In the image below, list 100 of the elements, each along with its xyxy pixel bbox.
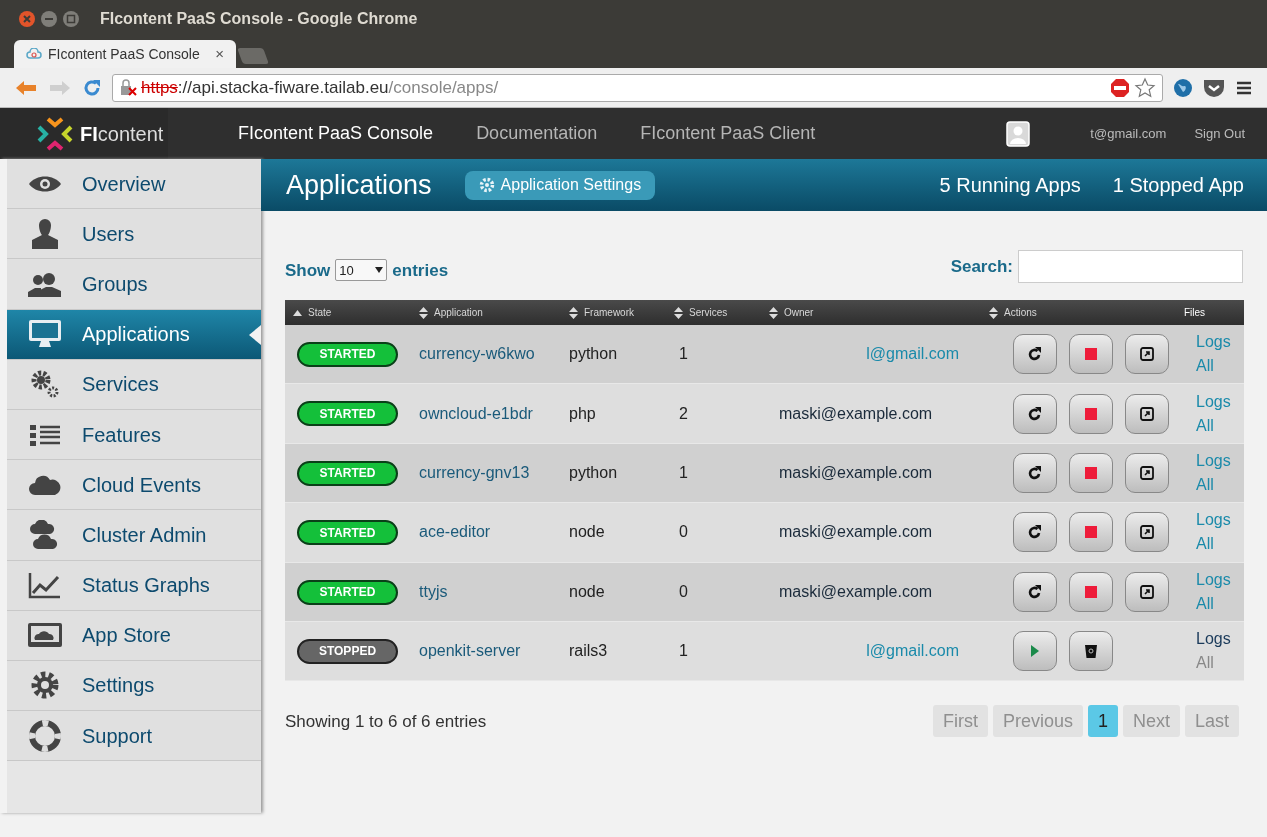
url-host: ://api.stacka-fiware.tailab.eu	[177, 76, 389, 99]
stop-icon	[1085, 348, 1097, 361]
open-button[interactable]	[1125, 452, 1169, 493]
pocket-icon[interactable]	[1203, 77, 1225, 98]
column-header[interactable]: Services	[674, 305, 728, 320]
nav-link[interactable]: Documentation	[476, 120, 598, 147]
sort-icon	[769, 306, 778, 319]
trash-icon	[1085, 644, 1097, 658]
sidebar-item[interactable]: Users	[7, 209, 261, 260]
sidebar-item[interactable]: Groups	[7, 259, 261, 310]
gears-icon	[29, 369, 60, 400]
play-icon	[1031, 645, 1039, 658]
table-cell-text: 1	[678, 463, 688, 481]
column-header[interactable]: Actions	[989, 305, 1037, 320]
adblock-icon[interactable]	[1110, 77, 1130, 98]
search-label: Search:	[950, 255, 1013, 278]
stop-button[interactable]	[1069, 512, 1113, 553]
stop-button[interactable]	[1069, 452, 1113, 493]
application-link[interactable]: ace-editor	[419, 523, 491, 541]
user-email[interactable]: t@gmail.com	[1090, 123, 1167, 144]
image-icon	[26, 622, 63, 649]
application-link[interactable]: currency-w6kwo	[419, 345, 535, 363]
restart-button[interactable]	[1013, 334, 1057, 375]
url-scheme: https	[141, 76, 178, 99]
sidebar-item[interactable]: App Store	[7, 610, 261, 661]
sidebar-item[interactable]: Applications	[7, 309, 261, 360]
logo-icon	[36, 116, 74, 151]
open-button[interactable]	[1125, 334, 1169, 375]
sidebar-item[interactable]: Features	[7, 409, 261, 461]
sign-out-link[interactable]: Sign Out	[1194, 123, 1245, 144]
application-link[interactable]: openkit-server	[419, 642, 521, 660]
application-link[interactable]: owncloud-e1bdr	[419, 404, 533, 422]
stop-button[interactable]	[1069, 334, 1113, 375]
delete-button[interactable]	[1069, 631, 1113, 672]
cloud-icon	[27, 473, 62, 496]
globe-icon[interactable]	[1173, 77, 1193, 98]
column-header[interactable]: Application	[419, 305, 483, 320]
menu-icon[interactable]	[1235, 79, 1253, 96]
status-badge: STARTED	[297, 341, 398, 367]
restart-button[interactable]	[1013, 452, 1057, 493]
maximize-window-icon[interactable]	[62, 10, 80, 28]
table-cell: python	[569, 345, 618, 363]
open-button[interactable]	[1125, 393, 1169, 434]
stop-icon	[1085, 466, 1097, 479]
page-title: Applications	[286, 168, 432, 202]
back-icon[interactable]	[14, 78, 38, 97]
avatar-icon[interactable]	[1006, 120, 1031, 147]
lifebuoy-icon	[28, 719, 61, 752]
sidebar-item[interactable]: Services	[7, 359, 261, 410]
tab-close-button[interactable]: ×	[215, 42, 224, 66]
tab-title: FIcontent PaaS Console	[48, 44, 201, 64]
restart-icon	[1028, 584, 1042, 599]
sidebar-item[interactable]: Cloud Events	[7, 460, 261, 511]
running-count: 5 Running Apps	[939, 173, 1081, 198]
restart-icon	[1028, 406, 1042, 421]
sidebar-item[interactable]: Status Graphs	[7, 560, 261, 611]
stop-button[interactable]	[1069, 571, 1113, 612]
show-label: Show	[285, 259, 331, 282]
dropdown-arrow-icon	[375, 267, 384, 274]
application-link[interactable]: currency-gnv13	[419, 463, 530, 481]
minimize-window-icon[interactable]	[40, 10, 58, 28]
file-link[interactable]: Logs	[1196, 627, 1244, 652]
column-header[interactable]: Framework	[569, 305, 634, 320]
browser-tab[interactable]: FIcontent PaaS Console ×	[14, 40, 236, 68]
restart-button[interactable]	[1013, 571, 1057, 612]
restart-icon	[1028, 347, 1042, 362]
table-cell: rails3	[569, 642, 608, 660]
reload-icon[interactable]	[82, 77, 102, 98]
start-button[interactable]	[1013, 631, 1057, 672]
status-badge: STARTED	[297, 579, 398, 605]
table-cell: node	[569, 523, 605, 541]
open-button[interactable]	[1125, 571, 1169, 612]
broken-lock-icon	[119, 78, 139, 97]
external-link-icon	[1140, 584, 1154, 599]
stop-button[interactable]	[1069, 393, 1113, 434]
open-button[interactable]	[1125, 512, 1169, 553]
sidebar-item[interactable]: Overview	[7, 159, 261, 210]
column-header[interactable]: State	[293, 305, 332, 320]
sort-icon	[569, 306, 578, 319]
restart-button[interactable]	[1013, 393, 1057, 434]
address-bar[interactable]: https://api.stacka-fiware.tailab.eu/console/apps/	[112, 73, 1163, 102]
column-header[interactable]: Files	[1184, 305, 1206, 320]
sidebar-item[interactable]: Cluster Admin	[7, 510, 261, 561]
pagination-button[interactable]: 1	[1087, 705, 1118, 738]
nav-link[interactable]: FIcontent PaaS Console	[238, 120, 434, 147]
restart-icon	[1028, 465, 1042, 480]
column-header[interactable]: Owner	[769, 305, 814, 320]
application-link[interactable]: ttyjs	[419, 582, 448, 600]
sidebar-item[interactable]: Settings	[7, 660, 261, 712]
sort-asc-icon	[293, 309, 302, 316]
search-field[interactable]	[1018, 250, 1243, 283]
sort-icon	[674, 306, 683, 319]
external-link-icon	[1140, 465, 1154, 480]
page-size-select[interactable]: 10	[335, 259, 388, 282]
sidebar-item[interactable]: Support	[7, 711, 261, 762]
table-cell: python	[569, 463, 618, 481]
close-window-icon[interactable]	[18, 10, 36, 28]
star-icon[interactable]	[1134, 76, 1156, 99]
nav-link[interactable]: FIcontent PaaS Client	[640, 120, 816, 147]
restart-button[interactable]	[1013, 512, 1057, 553]
